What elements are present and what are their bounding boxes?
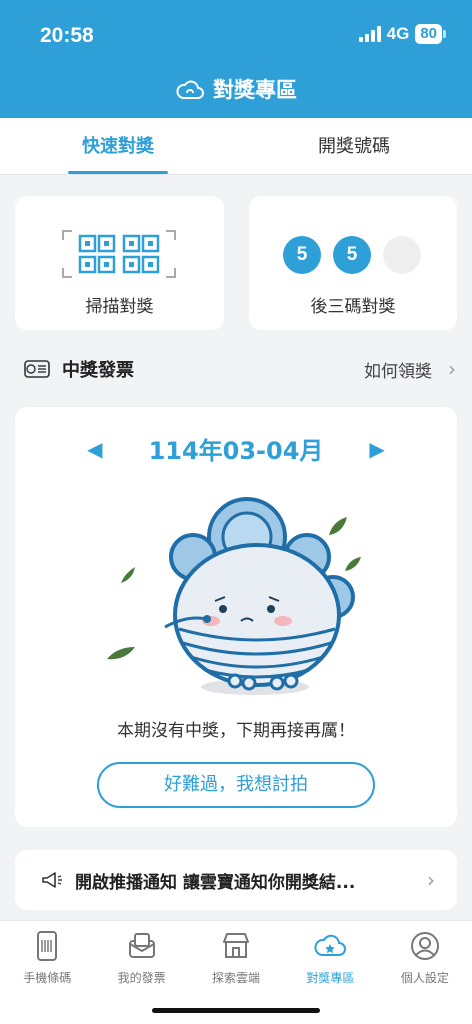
status-time: 20:58 xyxy=(40,24,94,47)
period-label: 114年03-04月 xyxy=(148,437,324,465)
app-header: 20:58 4G 80 對獎專區 xyxy=(0,0,472,118)
digit-ball: 5 xyxy=(333,236,371,274)
digit-ball: 5 xyxy=(283,236,321,274)
page-title: 對獎專區 xyxy=(0,74,472,104)
megaphone-icon xyxy=(42,872,62,888)
tab-winning-numbers[interactable]: 開獎號碼 xyxy=(236,118,472,174)
chevron-right-icon: › xyxy=(448,357,456,381)
next-period-arrow-icon[interactable]: ▶ xyxy=(369,437,384,461)
result-card: ◀ 114年03-04月 ▶ 本期沒有中獎，下期再接再厲！ 好難過，我想討拍 xyxy=(15,407,457,827)
no-win-message: 本期沒有中獎，下期再接再厲！ xyxy=(117,721,355,741)
barcode-phone-icon xyxy=(37,931,58,961)
cloud-star-icon xyxy=(314,934,347,956)
last3-check-label: 後三碼對獎 xyxy=(310,297,396,317)
nav-label: 手機條碼 xyxy=(23,971,72,985)
nav-label: 對獎專區 xyxy=(306,971,355,985)
comfort-me-button[interactable]: 好難過，我想討拍 xyxy=(97,762,375,808)
nav-explore-cloud[interactable]: 探索雲端 xyxy=(189,921,283,991)
nav-my-invoices[interactable]: 我的發票 xyxy=(94,921,188,991)
page-title-text: 對獎專區 xyxy=(213,78,297,102)
cloud-icon xyxy=(176,80,204,99)
winning-invoice-row: 中獎發票 如何領獎 › xyxy=(24,354,456,384)
prev-period-arrow-icon[interactable]: ◀ xyxy=(87,437,102,461)
push-notification-banner[interactable]: 開啟推播通知 讓雲寶通知你開獎結... › xyxy=(15,850,457,910)
invoice-icon xyxy=(128,933,155,958)
nav-personal-settings[interactable]: 個人設定 xyxy=(378,921,472,991)
nav-prize-check[interactable]: 對獎專區 xyxy=(283,921,377,991)
scan-check-card[interactable]: 掃描對獎 xyxy=(15,196,224,330)
battery-level: 80 xyxy=(415,24,442,44)
tab-quick-check[interactable]: 快速對獎 xyxy=(0,118,236,174)
battery-icon xyxy=(443,30,446,38)
tab-bar: 快速對獎 開獎號碼 xyxy=(0,118,472,175)
status-indicators: 4G 80 xyxy=(358,24,446,44)
profile-icon xyxy=(410,932,439,960)
nav-label: 個人設定 xyxy=(400,971,449,985)
ticket-icon xyxy=(24,360,50,378)
chevron-right-icon: › xyxy=(427,868,435,892)
network-type: 4G xyxy=(386,24,410,43)
sad-mascot-illustration xyxy=(107,497,361,695)
nav-mobile-barcode[interactable]: 手機條碼 xyxy=(0,921,94,991)
nav-label: 我的發票 xyxy=(117,971,166,985)
home-indicator xyxy=(152,1008,320,1013)
nav-label: 探索雲端 xyxy=(212,971,261,985)
digit-ball-empty xyxy=(383,236,421,274)
store-icon xyxy=(223,933,250,958)
winning-invoice-title: 中獎發票 xyxy=(62,360,134,381)
push-notification-text: 開啟推播通知 讓雲寶通知你開獎結... xyxy=(75,872,356,893)
how-to-claim-label: 如何領獎 xyxy=(364,361,432,382)
signal-icon xyxy=(358,26,381,42)
period-selector: ◀ 114年03-04月 ▶ xyxy=(15,431,457,466)
how-to-claim-link[interactable]: 如何領獎 › xyxy=(364,357,456,382)
scan-check-label: 掃描對獎 xyxy=(85,297,154,317)
qr-scan-icon xyxy=(62,230,176,278)
last3-check-card[interactable]: 5 5 後三碼對獎 xyxy=(249,196,457,330)
